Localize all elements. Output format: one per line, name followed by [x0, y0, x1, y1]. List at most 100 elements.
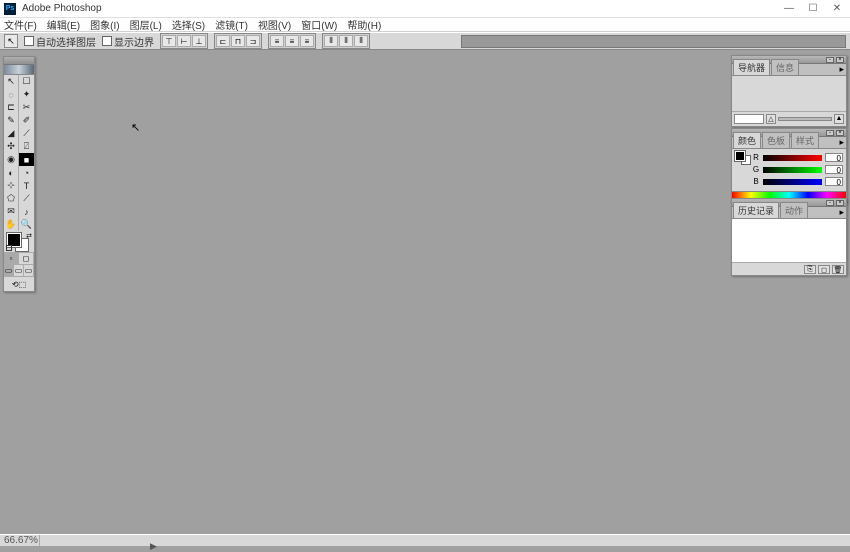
palette-well[interactable]: [461, 35, 846, 48]
workspace[interactable]: ↖ ↖☐ ◌✦ ⊏✂ ✎✐ ◢⟋ ✣⍁ ◉■ ◐◔ ⊹T ⬠⟋ ✉♪ ✋🔍 ⇄ …: [0, 50, 850, 534]
tab-styles[interactable]: 样式: [791, 132, 819, 148]
tab-info[interactable]: 信息: [771, 59, 799, 75]
menu-edit[interactable]: 编辑(E): [47, 17, 80, 32]
standard-mode-button[interactable]: ▫: [4, 253, 19, 264]
tab-navigator[interactable]: 导航器: [733, 59, 770, 75]
align-right-button[interactable]: ⊐: [246, 35, 260, 47]
dist-bottom-button[interactable]: ≡: [300, 35, 314, 47]
menu-view[interactable]: 视图(V): [258, 17, 291, 32]
panel-menu-icon[interactable]: ▸: [839, 64, 844, 75]
align-hcenter-button[interactable]: ⊓: [231, 35, 245, 47]
panel-close-icon[interactable]: ×: [836, 130, 844, 136]
path-tool[interactable]: ◐: [4, 166, 19, 179]
tab-swatches[interactable]: 色板: [762, 132, 790, 148]
minimize-button[interactable]: —: [784, 4, 794, 14]
status-menu-arrow-icon[interactable]: ▶: [150, 541, 157, 552]
b-slider[interactable]: [763, 179, 822, 185]
eraser-tool[interactable]: ✣: [4, 140, 19, 153]
history-list[interactable]: [732, 219, 846, 263]
pen-tool[interactable]: ⊹: [4, 179, 19, 192]
r-slider[interactable]: [763, 155, 822, 161]
marquee-tool[interactable]: ☐: [19, 75, 34, 88]
maximize-button[interactable]: ☐: [808, 4, 818, 14]
history-brush-tool[interactable]: ⟋: [19, 127, 34, 140]
auto-select-checkbox[interactable]: 自动选择图层: [24, 34, 96, 49]
wand-tool[interactable]: ✦: [19, 88, 34, 101]
g-value[interactable]: 0: [825, 165, 843, 174]
direct-select-tool[interactable]: ◔: [19, 166, 34, 179]
b-value[interactable]: 0: [825, 177, 843, 186]
dodge-tool[interactable]: ■: [19, 153, 34, 166]
show-bounds-checkbox[interactable]: 显示边界: [102, 34, 154, 49]
dist-top-button[interactable]: ≡: [270, 35, 284, 47]
r-label: R: [752, 153, 760, 162]
dist-hcenter-button[interactable]: ⫴: [339, 35, 353, 47]
current-tool-icon[interactable]: ↖: [4, 34, 18, 48]
dist-vcenter-button[interactable]: ≡: [285, 35, 299, 47]
zoom-in-button[interactable]: ▲: [834, 114, 844, 124]
zoom-out-button[interactable]: △: [766, 114, 776, 124]
pencil-tool[interactable]: ✐: [19, 114, 34, 127]
screen-full-button[interactable]: ▭: [24, 265, 34, 276]
panel-minimize-icon[interactable]: -: [826, 200, 834, 206]
move-tool[interactable]: ↖: [4, 75, 19, 88]
navigator-preview[interactable]: [732, 76, 846, 112]
new-doc-from-state-button[interactable]: ⎘: [804, 265, 816, 274]
delete-state-button[interactable]: 🗑: [832, 265, 844, 274]
new-snapshot-button[interactable]: ◻: [818, 265, 830, 274]
panel-close-icon[interactable]: ×: [836, 200, 844, 206]
zoom-tool[interactable]: 🔍: [19, 218, 34, 231]
brush-tool[interactable]: ✎: [4, 114, 19, 127]
dist-right-button[interactable]: ⫴: [354, 35, 368, 47]
lasso-tool[interactable]: ◌: [4, 88, 19, 101]
panel-close-icon[interactable]: ×: [836, 57, 844, 63]
close-button[interactable]: ✕: [832, 4, 842, 14]
jump-to-imageready[interactable]: ⟲⬚: [4, 277, 34, 291]
slice-tool[interactable]: ✂: [19, 101, 34, 114]
panel-minimize-icon[interactable]: -: [826, 57, 834, 63]
swap-colors-icon[interactable]: ⇄: [26, 232, 32, 240]
color-swatch[interactable]: ⇄: [4, 231, 34, 253]
notes-tool[interactable]: ✉: [4, 205, 19, 218]
menu-file[interactable]: 文件(F): [4, 17, 37, 32]
zoom-readout[interactable]: 66.67%: [0, 535, 40, 546]
zoom-input[interactable]: [734, 114, 764, 124]
stamp-tool[interactable]: ◢: [4, 127, 19, 140]
g-slider[interactable]: [763, 167, 822, 173]
align-bottom-button[interactable]: ⊥: [192, 35, 206, 47]
screen-standard-button[interactable]: ▭: [4, 265, 14, 276]
menu-layer[interactable]: 图层(L): [130, 17, 162, 32]
align-vcenter-button[interactable]: ⊢: [177, 35, 191, 47]
gradient-tool[interactable]: ⍁: [19, 140, 34, 153]
shape-tool[interactable]: ⬠: [4, 192, 19, 205]
panel-menu-icon[interactable]: ▸: [839, 207, 844, 218]
line-tool[interactable]: ⟋: [19, 192, 34, 205]
default-colors-icon[interactable]: [6, 245, 12, 251]
screen-full-menu-button[interactable]: ▭: [14, 265, 24, 276]
menu-filter[interactable]: 滤镜(T): [215, 17, 248, 32]
menu-select[interactable]: 选择(S): [172, 17, 205, 32]
panel-minimize-icon[interactable]: -: [826, 130, 834, 136]
tab-color[interactable]: 颜色: [733, 132, 761, 148]
panel-menu-icon[interactable]: ▸: [839, 137, 844, 148]
dist-left-button[interactable]: ⫴: [324, 35, 338, 47]
app-title: Adobe Photoshop: [22, 3, 784, 14]
menu-window[interactable]: 窗口(W): [301, 17, 337, 32]
hand-tool[interactable]: ✋: [4, 218, 19, 231]
color-mini-swatch[interactable]: [735, 151, 749, 165]
r-value[interactable]: 0: [825, 153, 843, 162]
toolbox-titlebar[interactable]: [4, 57, 34, 65]
quickmask-mode-button[interactable]: ◻: [19, 253, 34, 264]
menu-image[interactable]: 图象(I): [90, 17, 119, 32]
menu-help[interactable]: 帮助(H): [347, 17, 381, 32]
cursor-icon: ↖: [131, 121, 140, 134]
eyedropper-tool[interactable]: ♪: [19, 205, 34, 218]
zoom-slider[interactable]: [778, 117, 832, 121]
blur-tool[interactable]: ◉: [4, 153, 19, 166]
crop-tool[interactable]: ⊏: [4, 101, 19, 114]
align-top-button[interactable]: ⊤: [162, 35, 176, 47]
align-left-button[interactable]: ⊏: [216, 35, 230, 47]
type-tool[interactable]: T: [19, 179, 34, 192]
tab-actions[interactable]: 动作: [780, 202, 808, 218]
tab-history[interactable]: 历史记录: [733, 202, 779, 218]
